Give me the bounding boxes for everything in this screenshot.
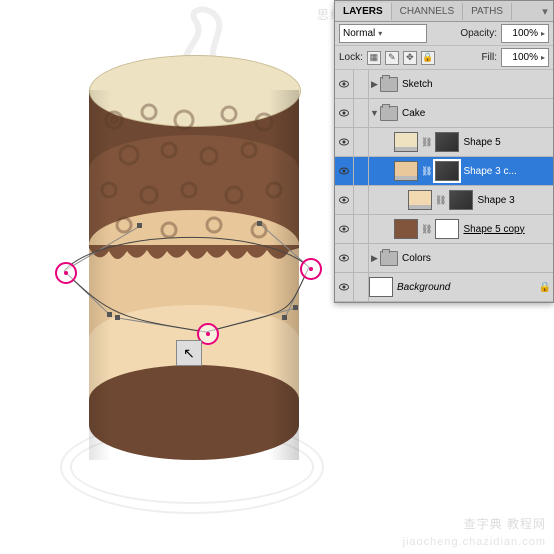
fill-label: Fill: [481, 52, 497, 63]
lock-all-icon[interactable]: 🔒 [421, 51, 435, 65]
link-well [354, 99, 369, 127]
lock-icon: 🔒 [537, 282, 553, 293]
blend-mode-value: Normal [343, 28, 375, 39]
layer-row[interactable]: ▼ Cake [335, 99, 553, 128]
link-well [354, 128, 369, 156]
link-chain-icon[interactable]: ⛓ [420, 166, 433, 177]
layer-name[interactable]: Shape 3 c... [459, 166, 553, 177]
layer-row[interactable]: ⛓ Shape 3 [335, 186, 553, 215]
panel-menu-icon[interactable]: ▾ [537, 5, 553, 18]
lock-fill-row: Lock: ▦ ✎ ✥ 🔒 Fill: 100% ▸ [335, 46, 553, 70]
layer-thumb [369, 277, 393, 297]
layer-name[interactable]: Sketch [398, 79, 553, 90]
vector-mask-thumb[interactable] [449, 190, 473, 210]
convert-point-cursor: ↖ [176, 340, 202, 366]
visibility-eye-icon[interactable] [335, 157, 354, 185]
tab-paths[interactable]: PATHS [463, 3, 512, 20]
link-well [354, 273, 369, 301]
link-chain-icon[interactable]: ⛓ [434, 195, 447, 206]
layer-name[interactable]: Shape 3 [473, 195, 553, 206]
layer-name[interactable]: Colors [398, 253, 553, 264]
anchor-point-left[interactable] [55, 262, 77, 284]
link-well [354, 244, 369, 272]
visibility-eye-icon[interactable] [335, 215, 354, 243]
triangle-right-icon[interactable]: ▶ [369, 79, 380, 90]
layer-name[interactable]: Shape 5 copy [459, 224, 553, 235]
layer-name[interactable]: Cake [398, 108, 553, 119]
chevron-right-icon: ▸ [541, 29, 545, 38]
vector-mask-thumb[interactable] [435, 219, 459, 239]
layer-name[interactable]: Shape 5 [459, 137, 553, 148]
opacity-value: 100% [512, 28, 538, 39]
vector-mask-thumb[interactable] [435, 132, 459, 152]
lock-label: Lock: [339, 52, 363, 63]
visibility-eye-icon[interactable] [335, 70, 354, 98]
link-well [354, 70, 369, 98]
link-well [354, 186, 369, 214]
layer-row[interactable]: ⛓ Shape 3 c... [335, 157, 553, 186]
visibility-eye-icon[interactable] [335, 273, 354, 301]
lock-image-pixels-icon[interactable]: ✎ [385, 51, 399, 65]
blend-opacity-row: Normal ▾ Opacity: 100% ▸ [335, 22, 553, 46]
folder-icon [380, 251, 398, 266]
layer-row[interactable]: ▶ Colors [335, 244, 553, 273]
opacity-input[interactable]: 100% ▸ [501, 24, 549, 43]
frosting-drip [89, 245, 299, 270]
layer-row[interactable]: Background🔒 [335, 273, 553, 302]
layer-row[interactable]: ⛓ Shape 5 [335, 128, 553, 157]
layer-thumb[interactable] [394, 132, 418, 152]
tab-layers[interactable]: LAYERS [335, 3, 392, 20]
link-chain-icon[interactable]: ⛓ [420, 224, 433, 235]
folder-icon [380, 77, 398, 92]
chevron-right-icon: ▸ [541, 53, 545, 62]
panel-tabs: LAYERS CHANNELS PATHS ▾ [335, 1, 553, 22]
visibility-eye-icon[interactable] [335, 244, 354, 272]
layer-thumb[interactable] [408, 190, 432, 210]
visibility-eye-icon[interactable] [335, 186, 354, 214]
lock-position-icon[interactable]: ✥ [403, 51, 417, 65]
link-chain-icon[interactable]: ⛓ [420, 137, 433, 148]
layer-thumb[interactable] [394, 219, 418, 239]
fill-value: 100% [512, 52, 538, 63]
triangle-down-icon[interactable]: ▼ [369, 108, 380, 118]
cake-cylinder [89, 55, 299, 455]
visibility-eye-icon[interactable] [335, 99, 354, 127]
link-well [354, 157, 369, 185]
layer-thumb[interactable] [394, 161, 418, 181]
layer-row[interactable]: ▶ Sketch [335, 70, 553, 99]
anchor-point-right[interactable] [300, 258, 322, 280]
layers-panel: LAYERS CHANNELS PATHS ▾ Normal ▾ Opacity… [334, 0, 554, 303]
tab-channels[interactable]: CHANNELS [392, 3, 463, 20]
visibility-eye-icon[interactable] [335, 128, 354, 156]
fill-input[interactable]: 100% ▸ [501, 48, 549, 67]
chevron-down-icon: ▾ [378, 29, 382, 38]
layer-list: ▶ Sketch ▼ Cake ⛓ Shape 5 ⛓ Shape 3 c... ⛓ Shape … [335, 70, 553, 302]
folder-icon [380, 106, 398, 121]
vector-mask-thumb[interactable] [435, 161, 459, 181]
blend-mode-dropdown[interactable]: Normal ▾ [339, 24, 427, 43]
triangle-right-icon[interactable]: ▶ [369, 253, 380, 264]
layer-row[interactable]: ⛓ Shape 5 copy [335, 215, 553, 244]
layer-name[interactable]: Background [393, 282, 537, 293]
link-well [354, 215, 369, 243]
lock-transparent-pixels-icon[interactable]: ▦ [367, 51, 381, 65]
opacity-label: Opacity: [460, 28, 497, 39]
